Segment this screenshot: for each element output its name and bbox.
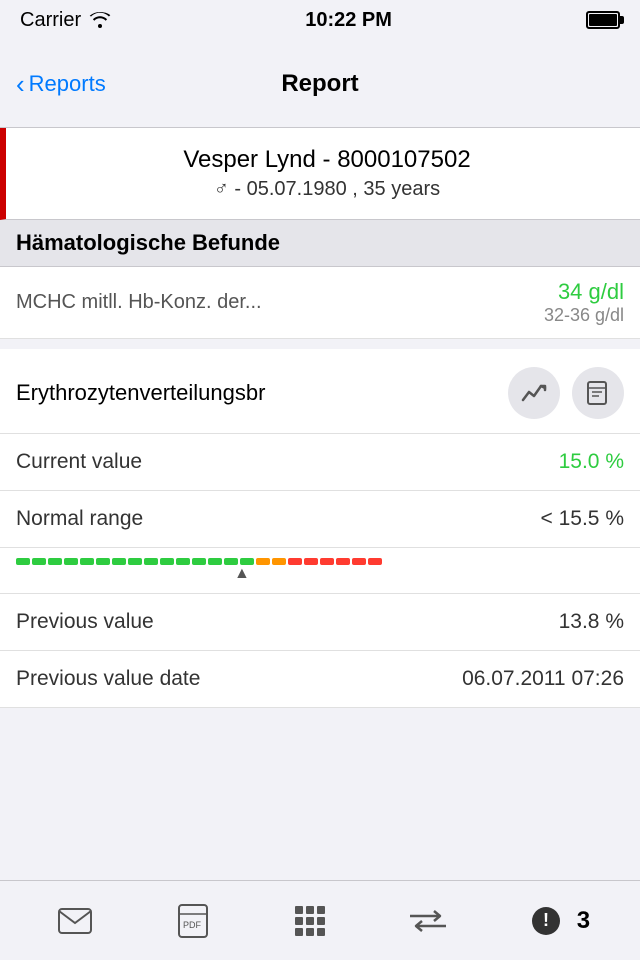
range-indicator-icon: ▲	[234, 565, 250, 583]
detail-title: Erythrozytenverteilungsbr	[16, 380, 508, 406]
battery-fill	[589, 14, 617, 26]
dash-r3	[320, 558, 334, 565]
dash-g15	[240, 558, 254, 565]
dash-r1	[288, 558, 302, 565]
separator	[0, 339, 640, 349]
range-bar	[16, 558, 624, 565]
section-title: Hämatologische Befunde	[16, 230, 624, 256]
dash-g3	[48, 558, 62, 565]
patient-gender: ♂	[214, 178, 229, 200]
mchc-range: 32-36 g/dl	[544, 305, 624, 326]
dash-g12	[192, 558, 206, 565]
book-icon	[585, 380, 611, 406]
patient-dob: 05.07.1980	[247, 178, 347, 200]
patient-separator: -	[234, 178, 246, 200]
wifi-icon	[89, 12, 111, 28]
battery-icon	[586, 11, 620, 29]
alert-button[interactable]: !	[521, 896, 571, 946]
dash-g10	[160, 558, 174, 565]
back-button[interactable]: ‹ Reports	[16, 71, 106, 97]
svg-text:PDF: PDF	[183, 920, 202, 930]
nav-title: Report	[281, 70, 358, 98]
back-label: Reports	[29, 71, 106, 97]
mchc-values: 34 g/dl 32-36 g/dl	[544, 279, 624, 326]
previous-value-label: Previous value	[16, 610, 154, 634]
alert-icon: !	[530, 905, 562, 937]
pdf-button[interactable]: PDF	[168, 896, 218, 946]
chart-button[interactable]	[508, 367, 560, 419]
current-value: 15.0 %	[559, 450, 624, 474]
patient-info: ♂ - 05.07.1980 , 35 years	[34, 178, 620, 201]
mchc-label: MCHC mitll. Hb-Konz. der...	[16, 291, 262, 314]
dash-o2	[272, 558, 286, 565]
svg-text:!: !	[543, 910, 549, 930]
dash-g2	[32, 558, 46, 565]
range-bar-section: ▲	[0, 548, 640, 594]
mail-icon	[58, 908, 92, 934]
mchc-current-value: 34 g/dl	[544, 279, 624, 305]
dash-g1	[16, 558, 30, 565]
nav-bar: ‹ Reports Report	[0, 40, 640, 128]
dash-g13	[208, 558, 222, 565]
transfer-button[interactable]	[403, 896, 453, 946]
bottom-toolbar: PDF ! 3	[0, 880, 640, 960]
trend-icon	[521, 382, 547, 404]
normal-range-value: < 15.5 %	[541, 507, 624, 531]
patient-name: Vesper Lynd - 8000107502	[34, 146, 620, 174]
dash-r2	[304, 558, 318, 565]
status-time: 10:22 PM	[305, 9, 392, 32]
current-value-label: Current value	[16, 450, 142, 474]
previous-value: 13.8 %	[559, 610, 624, 634]
detail-header: Erythrozytenverteilungsbr	[0, 349, 640, 434]
carrier-text: Carrier	[20, 9, 111, 32]
grid-button[interactable]	[285, 896, 335, 946]
dash-g8	[128, 558, 142, 565]
dash-g11	[176, 558, 190, 565]
grid-icon	[294, 905, 326, 937]
normal-range-label: Normal range	[16, 507, 143, 531]
previous-value-row: Previous value 13.8 %	[0, 594, 640, 651]
dash-r4	[336, 558, 350, 565]
current-value-row: Current value 15.0 %	[0, 434, 640, 491]
dash-g5	[80, 558, 94, 565]
previous-date-row: Previous value date 06.07.2011 07:26	[0, 651, 640, 708]
status-bar: Carrier 10:22 PM	[0, 0, 640, 40]
book-button[interactable]	[572, 367, 624, 419]
patient-age: 35 years	[363, 178, 440, 200]
previous-date-value: 06.07.2011 07:26	[462, 667, 624, 691]
patient-header: Vesper Lynd - 8000107502 ♂ - 05.07.1980 …	[0, 128, 640, 220]
patient-comma: ,	[352, 178, 363, 200]
section-header: Hämatologische Befunde	[0, 220, 640, 267]
mail-button[interactable]	[50, 896, 100, 946]
detail-icons	[508, 367, 624, 419]
pdf-icon: PDF	[178, 904, 208, 938]
transfer-icon	[410, 909, 446, 933]
back-chevron-icon: ‹	[16, 71, 25, 97]
carrier-label: Carrier	[20, 9, 81, 32]
mchc-row[interactable]: MCHC mitll. Hb-Konz. der... 34 g/dl 32-3…	[0, 267, 640, 339]
dash-r6	[368, 558, 382, 565]
dash-g4	[64, 558, 78, 565]
alert-count: 3	[577, 907, 590, 935]
normal-range-row: Normal range < 15.5 %	[0, 491, 640, 548]
dash-g9	[144, 558, 158, 565]
dash-g7	[112, 558, 126, 565]
indicator-row: ▲	[16, 565, 624, 585]
dash-r5	[352, 558, 366, 565]
detail-card: Erythrozytenverteilungsbr Cu	[0, 349, 640, 708]
previous-date-label: Previous value date	[16, 667, 200, 691]
dash-g14	[224, 558, 238, 565]
dash-g6	[96, 558, 110, 565]
alert-group[interactable]: ! 3	[521, 896, 590, 946]
dash-o1	[256, 558, 270, 565]
